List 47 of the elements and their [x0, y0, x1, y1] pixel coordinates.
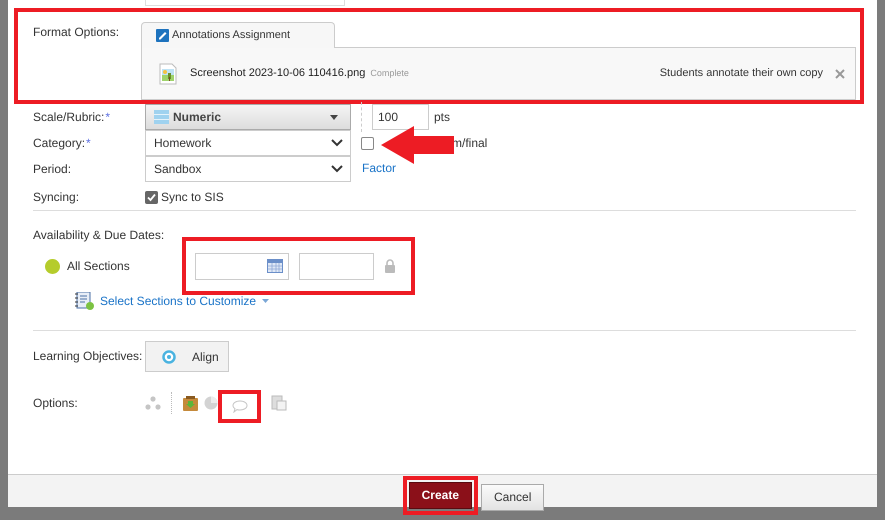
list-icon	[154, 110, 169, 124]
unit-label: pts	[434, 109, 450, 126]
field-label: Scale/Rubric:	[33, 109, 104, 126]
customize-link[interactable]: Select Sections to Customize	[100, 292, 270, 310]
field-label: Learning Objectives:	[33, 348, 144, 365]
cancel-button[interactable]: Cancel	[481, 484, 544, 510]
file-status: Complete	[370, 66, 409, 80]
box-download-icon[interactable]	[183, 396, 198, 410]
annotation-mode: Students annotate their own copy	[660, 66, 823, 82]
document-edit-icon	[156, 29, 169, 42]
file-name[interactable]: Screenshot 2023-10-06 110416.png	[190, 65, 366, 82]
image-file-icon	[159, 62, 177, 85]
create-button[interactable]: Create	[408, 482, 472, 508]
notebook-icon	[75, 292, 94, 310]
dropdown[interactable]: Sandbox	[145, 156, 351, 182]
checkbox[interactable]	[145, 190, 158, 204]
points-field[interactable]: 100	[372, 104, 429, 130]
field-label: Period:	[33, 161, 72, 178]
time-field[interactable]	[299, 252, 374, 280]
format-tab[interactable]: Annotations Assignment	[141, 22, 335, 48]
required-mark: *	[86, 135, 91, 152]
section-heading: Availability & Due Dates:	[33, 227, 164, 244]
field-label: Category:	[33, 135, 86, 152]
dropdown[interactable]: Homework	[145, 130, 351, 156]
field-label: Syncing:	[33, 189, 80, 206]
pie-chart-icon[interactable]	[204, 396, 218, 410]
close-icon[interactable]	[835, 68, 845, 79]
field-label: Options:	[33, 395, 79, 412]
required-mark: *	[105, 109, 110, 126]
target-icon	[162, 350, 176, 364]
lock-icon	[384, 259, 396, 273]
factor-link[interactable]: Factor	[362, 159, 396, 177]
clipboard-icon[interactable]	[271, 395, 287, 411]
align-button[interactable]: Align	[145, 341, 229, 372]
caret-icon	[262, 299, 270, 303]
chevron-down-icon	[331, 139, 343, 147]
speech-bubble-icon[interactable]	[232, 400, 248, 412]
chevron-down-icon	[331, 165, 343, 173]
dropdown[interactable]: Numeric	[145, 104, 351, 130]
checkbox-label: Sync to SIS	[161, 189, 224, 206]
section-name: All Sections	[67, 258, 131, 275]
field-label: Format Options:	[33, 24, 120, 41]
calendar-icon[interactable]	[267, 259, 283, 273]
checkbox[interactable]	[361, 136, 374, 150]
dots-icon[interactable]	[145, 396, 161, 410]
date-field[interactable]	[195, 252, 289, 280]
caret-icon	[330, 114, 338, 120]
